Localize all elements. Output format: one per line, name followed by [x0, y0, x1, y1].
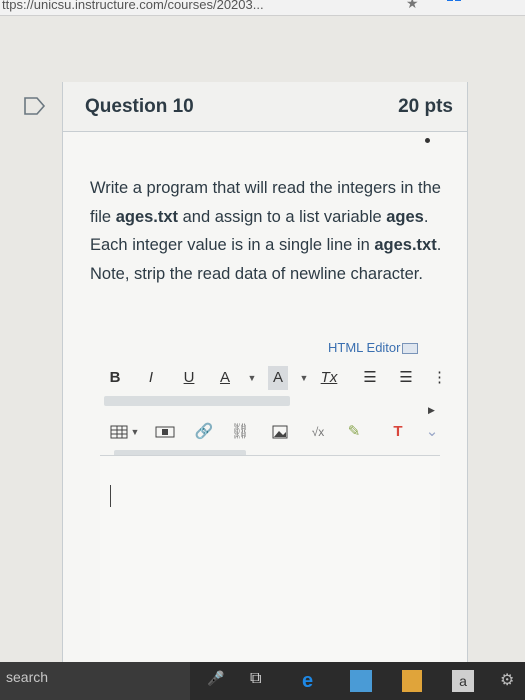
rich-content-icon[interactable]: T	[388, 420, 408, 444]
file-explorer-icon[interactable]	[350, 670, 372, 692]
table-icon[interactable]	[108, 420, 130, 444]
search-label: search	[6, 669, 49, 685]
equation-button[interactable]: √x	[306, 420, 330, 444]
edge-browser-icon[interactable]: e	[302, 670, 313, 692]
rich-text-editor-area[interactable]	[100, 455, 440, 660]
text-cursor	[110, 485, 111, 507]
align-center-icon[interactable]: ☰	[396, 366, 416, 390]
url-text: ttps://unicsu.instructure.com/courses/20…	[2, 0, 264, 12]
editor-toolbar-formatting: B I U A ▼ A ▼ Tx ☰ ☰ ⋮	[104, 366, 449, 392]
align-left-icon[interactable]: ☰	[360, 366, 380, 390]
question-header: Question 10 20 pts	[63, 82, 467, 132]
more-options-icon[interactable]: ⋮	[432, 366, 447, 390]
media-embed-icon[interactable]	[154, 420, 176, 444]
windows-taskbar: search 🎤 ⧉ e a ⚙	[0, 662, 525, 700]
microphone-icon[interactable]: 🎤	[207, 670, 224, 692]
taskbar-search[interactable]: search	[0, 662, 190, 700]
editor-toolbar-insert: ▼ 🔗 ⛓ √x ✎ T ⌄	[104, 420, 449, 446]
prompt-bold-term: ages.txt	[374, 236, 437, 254]
background-color-button[interactable]: A	[268, 366, 288, 390]
embed-icon[interactable]: ✎	[344, 420, 364, 444]
prompt-text-segment: and assign to a list variable	[178, 207, 387, 226]
link-icon[interactable]: 🔗	[194, 420, 214, 444]
star-icon[interactable]: ★	[406, 0, 419, 10]
background-color-dropdown-icon[interactable]: ▼	[298, 366, 310, 390]
question-title: Question 10	[85, 96, 194, 117]
bold-button[interactable]: B	[106, 366, 124, 390]
underline-button[interactable]: U	[180, 366, 198, 390]
toolbar-divider	[104, 396, 290, 406]
flag-question-icon[interactable]	[24, 97, 46, 115]
decorative-dot	[425, 138, 430, 143]
prompt-bold-term: ages.txt	[115, 207, 179, 226]
keyboard-icon	[402, 343, 419, 355]
image-icon[interactable]	[270, 420, 290, 444]
html-editor-link[interactable]: HTML Editor	[328, 340, 419, 355]
question-prompt: Write a program that will read the integ…	[90, 174, 445, 288]
question-points: 20 pts	[398, 96, 453, 117]
browser-address-bar[interactable]: ttps://unicsu.instructure.com/courses/20…	[0, 0, 525, 16]
settings-icon[interactable]: ⚙	[500, 670, 520, 692]
accessibility-icon[interactable]: ⌄	[422, 420, 442, 444]
toolbar-expand-icon[interactable]: ▶	[428, 398, 435, 422]
text-color-button[interactable]: A	[216, 366, 234, 390]
clear-formatting-button[interactable]: Tx	[318, 366, 340, 390]
table-dropdown-icon[interactable]: ▼	[130, 420, 140, 444]
store-icon[interactable]	[402, 670, 422, 692]
prompt-bold-term: ages	[386, 207, 424, 226]
italic-button[interactable]: I	[142, 366, 160, 390]
extension-icon[interactable]	[447, 0, 461, 8]
html-editor-label: HTML Editor	[328, 340, 401, 355]
app-a-icon[interactable]: a	[452, 670, 474, 692]
unlink-icon[interactable]: ⛓	[230, 420, 250, 444]
text-color-dropdown-icon[interactable]: ▼	[246, 366, 258, 390]
task-view-icon[interactable]: ⧉	[250, 670, 261, 692]
